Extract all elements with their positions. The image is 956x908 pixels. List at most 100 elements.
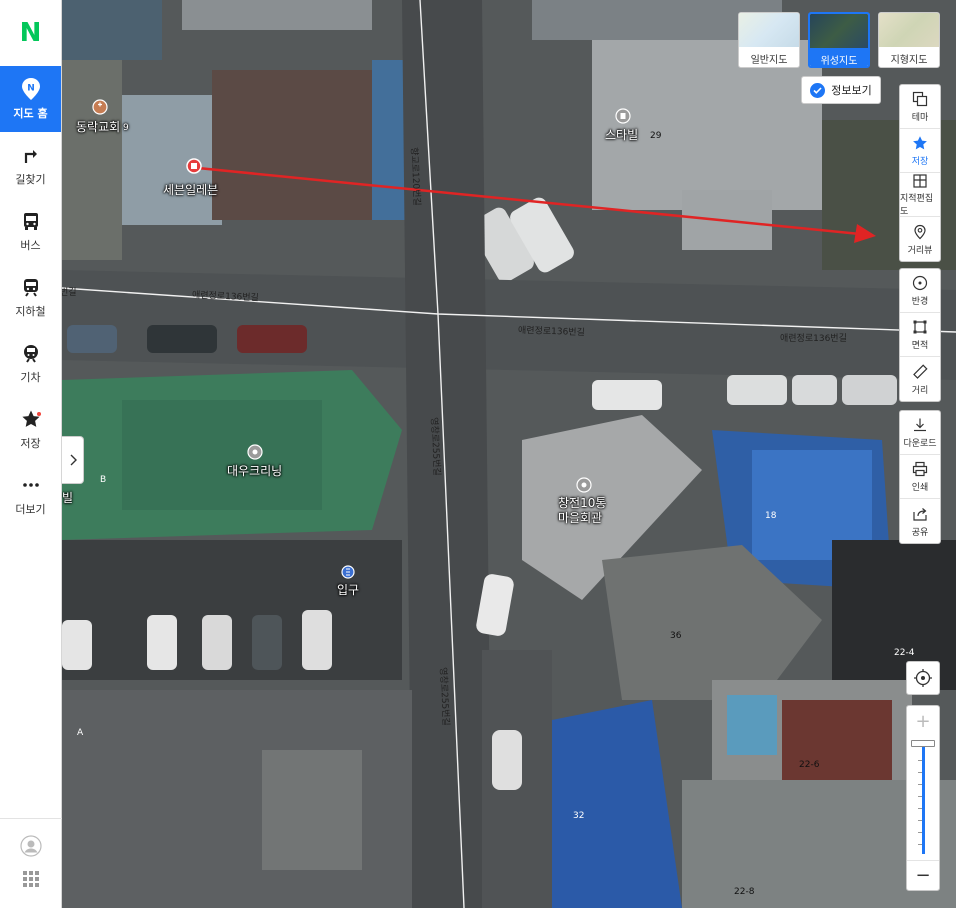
naver-logo[interactable]: N (0, 0, 61, 66)
sidebar-item-label: 지하철 (15, 305, 46, 318)
chevron-right-icon (70, 454, 77, 466)
tool-label: 반경 (911, 297, 929, 307)
lot-number: 32 (573, 811, 585, 821)
poi-label-hall-line2[interactable]: 마을회관 (558, 509, 602, 526)
sidebar-item-label: 버스 (20, 239, 41, 252)
maptype-label: 일반지도 (750, 54, 788, 66)
share-button[interactable]: 공유 (900, 499, 940, 543)
download-button[interactable]: 다운로드 (900, 411, 940, 455)
sidebar-item-directions[interactable]: 길찾기 (0, 132, 61, 198)
maptype-label: 지형지도 (890, 54, 928, 66)
svg-text:N: N (27, 84, 35, 94)
radius-button[interactable]: 반경 (900, 269, 940, 313)
zoom-tick (918, 844, 922, 845)
lot-number: 22-4 (894, 648, 915, 658)
road-label: 애련정로136번길 (780, 334, 847, 344)
tool-label: 면적 (911, 341, 929, 351)
cadastral-map-button[interactable]: 지적편집도 (900, 173, 940, 217)
sidebar-item-saved[interactable]: 저장 (0, 396, 61, 462)
tool-label: 지적편집도 (900, 193, 934, 217)
sidebar-item-subway[interactable]: 지하철 (0, 264, 61, 330)
road-label: 번길 (62, 288, 77, 298)
lot-number: 9 (123, 123, 129, 133)
lot-number: 22-8 (734, 887, 755, 897)
crosshair-icon (914, 669, 932, 687)
sidebar-bottom (0, 818, 62, 908)
subway-icon (21, 275, 41, 299)
tool-label: 저장 (911, 157, 929, 167)
zoom-slider-handle[interactable] (911, 740, 935, 747)
star-icon (912, 134, 928, 152)
layers-icon (912, 90, 928, 108)
theme-button[interactable]: 테마 (900, 85, 940, 129)
satellite-map[interactable]: 동락교회 9 세븐일레븐 스타빌 29 대우크리닝 창전10통 마을회관 입구 … (62, 0, 956, 908)
notification-dot (37, 412, 41, 416)
lot-number: 29 (650, 131, 662, 141)
ruler-icon (912, 363, 928, 381)
toolbar-group-measure: 반경 면적 거리 (899, 268, 941, 402)
save-button[interactable]: 저장 (900, 129, 940, 173)
tool-label: 다운로드 (903, 439, 937, 449)
lot-number: 36 (670, 631, 682, 641)
poi-label-church[interactable]: 동락교회 (76, 118, 120, 135)
sidebar-item-label: 저장 (20, 437, 41, 450)
lot-number: A (77, 728, 84, 738)
zoom-tick (918, 820, 922, 821)
zoom-tick (918, 772, 922, 773)
area-icon (912, 318, 928, 336)
poi-label-entrance[interactable]: 입구 (337, 581, 359, 598)
poi-label-daewoo[interactable]: 대우크리닝 (227, 462, 282, 479)
map-pin-icon: N (20, 77, 42, 101)
poi-label-seven-eleven[interactable]: 세븐일레븐 (163, 181, 218, 198)
printer-icon (912, 460, 928, 478)
toolbar-group-layers: 테마 저장 지적편집도 거리뷰 (899, 84, 941, 262)
area-button[interactable]: 면적 (900, 313, 940, 357)
download-icon (912, 416, 928, 434)
satellite-imagery (62, 0, 956, 908)
info-toggle-button[interactable]: 정보보기 (801, 76, 881, 104)
zoom-tick (918, 760, 922, 761)
zoom-tick (918, 808, 922, 809)
zoom-tick (918, 796, 922, 797)
sidebar-item-map-home[interactable]: N 지도 홈 (0, 66, 61, 132)
print-button[interactable]: 인쇄 (900, 455, 940, 499)
check-icon (810, 82, 826, 98)
maptype-satellite[interactable]: 위성지도 (808, 12, 870, 68)
maptype-normal[interactable]: 일반지도 (738, 12, 800, 68)
zoom-level-bar[interactable] (922, 744, 925, 854)
zoom-out-button[interactable]: − (907, 860, 939, 890)
sidebar-item-bus[interactable]: 버스 (0, 198, 61, 264)
sidebar-item-label: 더보기 (15, 503, 46, 516)
zoom-in-button[interactable]: + (907, 706, 939, 736)
current-location-button[interactable] (906, 661, 940, 695)
street-view-button[interactable]: 거리뷰 (900, 217, 940, 261)
tool-label: 거리 (911, 385, 929, 396)
tool-label: 공유 (911, 527, 929, 538)
sidebar-item-train[interactable]: 기차 (0, 330, 61, 396)
toolbar-group-share: 다운로드 인쇄 공유 (899, 410, 941, 544)
turn-arrow-icon (21, 143, 41, 167)
distance-button[interactable]: 거리 (900, 357, 940, 401)
sidebar-item-label: 지도 홈 (13, 107, 48, 120)
terrain-map-thumbnail (879, 13, 939, 47)
lot-number: 22-6 (799, 760, 820, 770)
poi-label-starvill[interactable]: 스타빌 (605, 126, 638, 143)
lot-number: B (100, 475, 107, 485)
sidebar-toggle-button[interactable] (62, 436, 84, 484)
radius-icon (912, 274, 928, 292)
apps-grid-icon[interactable] (22, 870, 40, 892)
maptype-label: 위성지도 (810, 48, 868, 66)
tool-label: 인쇄 (911, 483, 929, 493)
maptype-terrain[interactable]: 지형지도 (878, 12, 940, 68)
sidebar-item-label: 기차 (20, 371, 41, 384)
sidebar-item-label: 길찾기 (15, 173, 46, 186)
zoom-tick (918, 832, 922, 833)
zoom-tick (918, 784, 922, 785)
tool-label: 테마 (911, 113, 929, 123)
normal-map-thumbnail (739, 13, 799, 47)
user-profile-icon[interactable] (20, 835, 42, 861)
zoom-control: + − (906, 705, 940, 891)
train-icon (21, 341, 41, 365)
sidebar-item-more[interactable]: 더보기 (0, 462, 61, 528)
satellite-map-thumbnail (810, 14, 868, 48)
